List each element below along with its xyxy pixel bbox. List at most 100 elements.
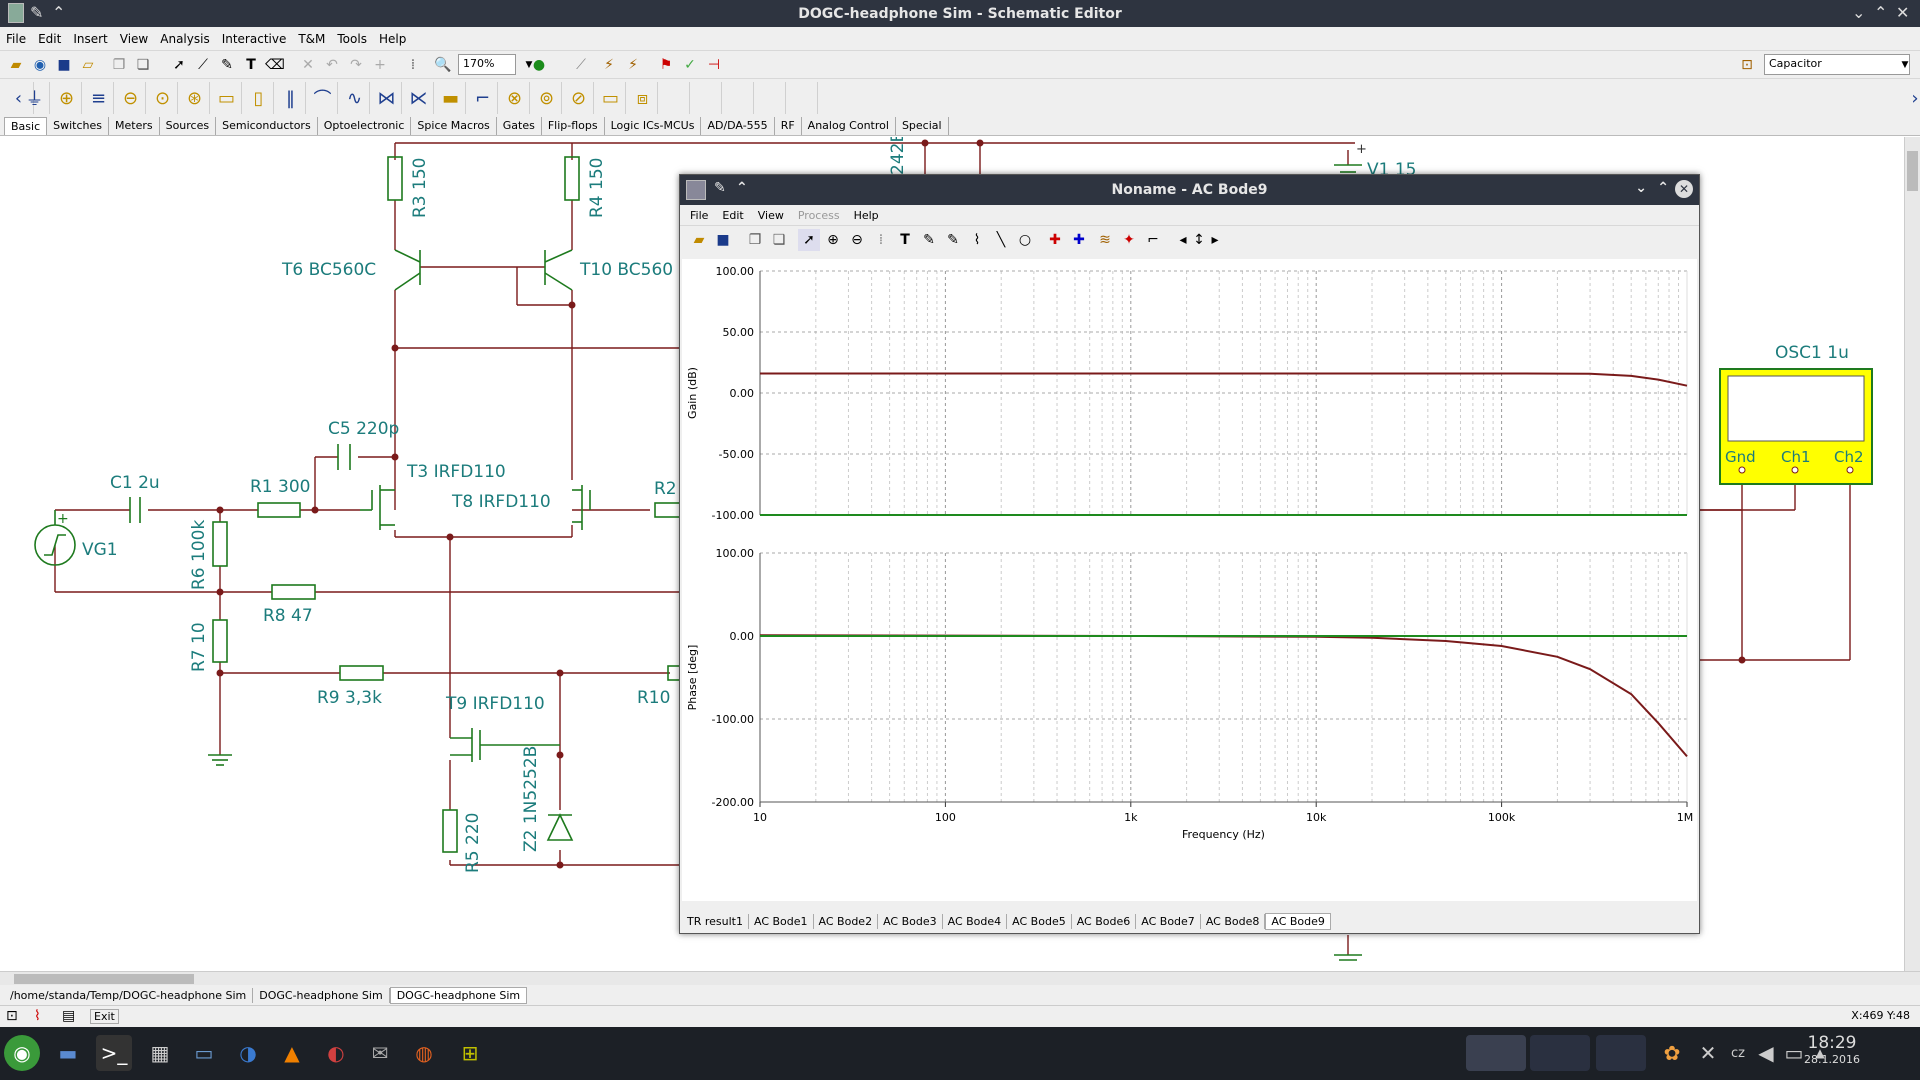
bode-keep-above-icon[interactable]: ⌃	[736, 180, 748, 196]
run-icon[interactable]: ⚑	[655, 54, 677, 76]
bode-marker-icon[interactable]: ✦	[1118, 229, 1140, 251]
resistor-icon[interactable]: ▭	[212, 82, 242, 114]
bode-select-icon[interactable]: ➚	[798, 229, 820, 251]
menu-insert[interactable]: Insert	[73, 32, 107, 46]
bode-menu-view[interactable]: View	[758, 209, 784, 222]
tab-ac-bode4[interactable]: AC Bode4	[943, 913, 1008, 929]
menu-tm[interactable]: T&M	[298, 32, 325, 46]
tab-ac-bode6[interactable]: AC Bode6	[1072, 913, 1137, 929]
menu-analysis[interactable]: Analysis	[160, 32, 209, 46]
zoom-icon[interactable]: 🔍	[432, 54, 454, 76]
current-icon[interactable]: ⚡	[622, 54, 644, 76]
pen-icon[interactable]: ✎	[216, 54, 238, 76]
bode-text-icon[interactable]: T	[894, 229, 916, 251]
tab-sources[interactable]: Sources	[160, 117, 217, 135]
xformer-icon[interactable]: ⋉	[404, 82, 434, 114]
redo-icon[interactable]: ↷	[345, 54, 367, 76]
bode-circle-icon[interactable]: ○	[1014, 229, 1036, 251]
bode-maximize-icon[interactable]: ⌃	[1657, 180, 1669, 196]
doc-tab-3[interactable]: DOGC-headphone Sim	[389, 986, 528, 1004]
meter-icon[interactable]: ⊘	[564, 82, 594, 114]
bode-close-icon[interactable]: ✕	[1675, 180, 1693, 198]
bode-open-icon[interactable]: ▰	[688, 229, 710, 251]
empty-slot-3[interactable]	[724, 82, 754, 114]
cross-icon[interactable]: +	[369, 54, 391, 76]
scroll-right-icon[interactable]: ›	[1900, 82, 1920, 114]
vertical-scrollbar[interactable]	[1904, 137, 1920, 971]
isource-icon[interactable]: ⊙	[148, 82, 178, 114]
text-icon[interactable]: T	[240, 54, 262, 76]
bode-pen-icon[interactable]: ✎	[918, 229, 940, 251]
select-arrow-icon[interactable]: ➚	[168, 54, 190, 76]
tab-ac-bode3[interactable]: AC Bode3	[878, 913, 943, 929]
thunderbird-icon[interactable]: ✉	[362, 1035, 398, 1071]
tab-basic[interactable]: Basic	[4, 117, 48, 135]
transformer-icon[interactable]: ⋈	[372, 82, 402, 114]
files-icon[interactable]: ▭	[186, 1035, 222, 1071]
tab-rf[interactable]: RF	[775, 117, 802, 135]
bode-save-icon[interactable]: ■	[712, 229, 734, 251]
menu-tools[interactable]: Tools	[337, 32, 367, 46]
bode-copy-icon[interactable]: ❐	[744, 229, 766, 251]
delete-icon[interactable]: ✕	[297, 54, 319, 76]
empty-slot-4[interactable]	[756, 82, 786, 114]
tab-spice-macros[interactable]: Spice Macros	[411, 117, 497, 135]
pager-2[interactable]	[1530, 1035, 1590, 1071]
menu-view[interactable]: View	[120, 32, 148, 46]
notify-icon[interactable]: ✿	[1654, 1035, 1690, 1071]
tab-logic-ics[interactable]: Logic ICs-MCUs	[605, 117, 702, 135]
oscilloscope[interactable]: OSC1 1u Gnd Ch1 Ch2	[1719, 343, 1873, 485]
tab-meters[interactable]: Meters	[109, 117, 160, 135]
component-icon[interactable]: ⊡	[1736, 54, 1758, 76]
app-dc-icon[interactable]: ◐	[318, 1035, 354, 1071]
tab-optoelectronic[interactable]: Optoelectronic	[318, 117, 412, 135]
erase-icon[interactable]: ⌫	[264, 54, 286, 76]
calculator-icon[interactable]: ▦	[142, 1035, 178, 1071]
fuse-icon[interactable]: ▬	[436, 82, 466, 114]
zoom-select[interactable]: 170%	[458, 54, 516, 75]
menu-file[interactable]: File	[6, 32, 26, 46]
crystal-icon[interactable]: ⧈	[628, 82, 658, 114]
tab-ac-bode8[interactable]: AC Bode8	[1201, 913, 1266, 929]
open-icon[interactable]: ▱	[77, 54, 99, 76]
component-dropdown-icon[interactable]: ▼	[1894, 54, 1916, 76]
tab-adda[interactable]: AD/DA-555	[701, 117, 775, 135]
schematic-view-icon[interactable]: ⊡	[6, 1008, 18, 1024]
clock[interactable]: 18:29 28.1.2016	[1804, 1033, 1860, 1066]
tina-icon[interactable]: ⊞	[452, 1035, 488, 1071]
tab-switches[interactable]: Switches	[47, 117, 109, 135]
tool-icon[interactable]: ✓	[679, 54, 701, 76]
globe-icon[interactable]: ◉	[29, 54, 51, 76]
ground-icon[interactable]: ⏚	[20, 82, 50, 114]
bode-zoom-out-icon[interactable]: ⊖	[846, 229, 868, 251]
stop-icon[interactable]: ⊣	[703, 54, 725, 76]
bode-step-icon[interactable]: ⌐	[1142, 229, 1164, 251]
tab-tr-result1[interactable]: TR result1	[682, 913, 749, 929]
hscroll-thumb[interactable]	[14, 974, 194, 984]
bode-line-icon[interactable]: ╲	[990, 229, 1012, 251]
start-menu-icon[interactable]: ◉	[4, 1035, 40, 1071]
coil-icon[interactable]: ∿	[340, 82, 370, 114]
doc-tab-1[interactable]: /home/standa/Temp/DOGC-headphone Sim	[4, 987, 254, 1003]
horizontal-scrollbar[interactable]	[0, 971, 1920, 985]
bode-menu-file[interactable]: File	[690, 209, 708, 222]
vresistor-icon[interactable]: ▯	[244, 82, 274, 114]
terminal-icon[interactable]: >_	[96, 1035, 132, 1071]
vlc-icon[interactable]: ▲	[274, 1035, 310, 1071]
tab-ac-bode1[interactable]: AC Bode1	[749, 913, 814, 929]
supply-icon[interactable]: ≡	[84, 82, 114, 114]
diagram-view-icon[interactable]: ⌇	[34, 1008, 41, 1024]
gen-icon[interactable]: ⊛	[180, 82, 210, 114]
empty-slot-1[interactable]	[660, 82, 690, 114]
bode-plot-area[interactable]: 100.00 50.00 0.00 -50.00 -100.00 Gain (dB) 100…	[682, 259, 1697, 901]
maximize-icon[interactable]: ⌃	[1874, 3, 1887, 22]
bode-menu-edit[interactable]: Edit	[722, 209, 743, 222]
tab-special[interactable]: Special	[896, 117, 949, 135]
probe-icon[interactable]: ⟋	[570, 54, 592, 76]
component-select[interactable]: Capacitor	[1764, 54, 1910, 75]
lamp-icon[interactable]: ⊗	[500, 82, 530, 114]
paste-icon[interactable]: ❏	[132, 54, 154, 76]
open-folder-icon[interactable]: ▰	[5, 54, 27, 76]
bode-pen2-icon[interactable]: ✎	[942, 229, 964, 251]
tab-ac-bode2[interactable]: AC Bode2	[814, 913, 879, 929]
